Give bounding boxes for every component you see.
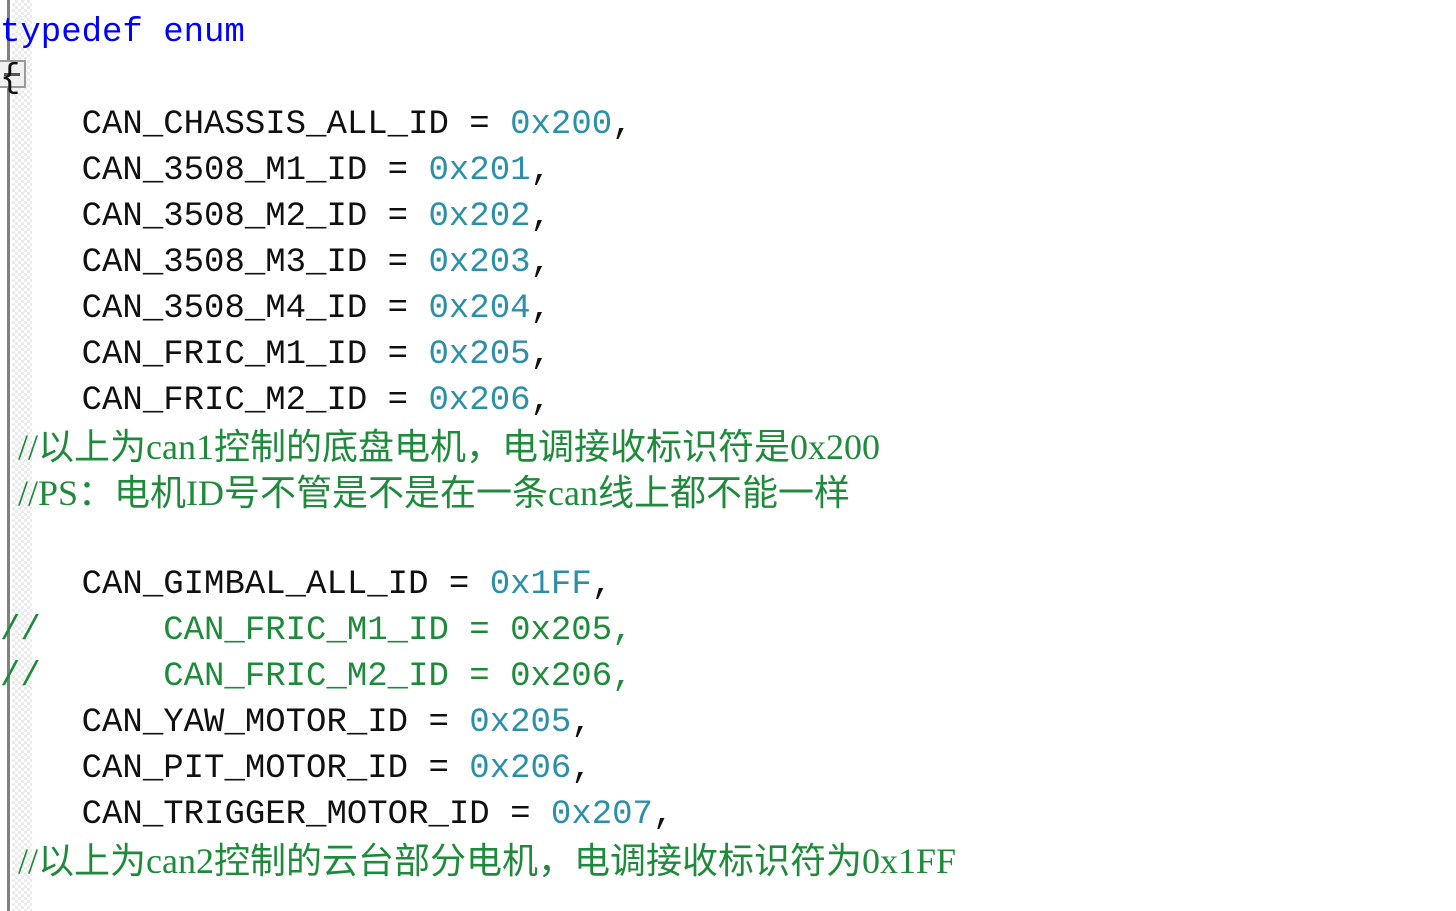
enum-name: CAN_YAW_MOTOR_ID xyxy=(81,704,409,742)
code-editor[interactable]: typedef enum { CAN_CHASSIS_ALL_ID = 0x20… xyxy=(0,0,1456,911)
enum-name: CAN_FRIC_M2_ID xyxy=(81,382,368,420)
code-line-commented-fric-m1: // CAN_FRIC_M1_ID = 0x205, xyxy=(0,612,633,650)
enum-name: CAN_3508_M3_ID xyxy=(81,244,368,282)
enum-name: CAN_CHASSIS_ALL_ID xyxy=(81,106,449,144)
comma: , xyxy=(591,566,613,604)
assign-operator: = xyxy=(367,198,429,236)
enum-value: 0x205 xyxy=(469,704,572,742)
enum-value: 0x202 xyxy=(428,198,531,236)
comma: , xyxy=(530,198,551,236)
enum-value: 0x200 xyxy=(510,106,613,144)
enum-name: CAN_FRIC_M1_ID xyxy=(81,336,368,374)
enum-value: 0x205 xyxy=(428,336,531,374)
enum-name: CAN_PIT_MOTOR_ID xyxy=(81,750,409,788)
code-line-can-3508-m3-id: CAN_3508_M3_ID = 0x203, xyxy=(0,240,1456,286)
comma: , xyxy=(530,244,551,282)
code-line-can-chassis-all-id: CAN_CHASSIS_ALL_ID = 0x200, xyxy=(0,102,1456,148)
assign-operator: = xyxy=(367,152,429,190)
enum-value: 0x204 xyxy=(428,290,531,328)
comma: , xyxy=(530,336,551,374)
code-line-can-fric-m2-id: CAN_FRIC_M2_ID = 0x206, xyxy=(0,378,1456,424)
assign-operator: = xyxy=(367,244,429,282)
enum-value: 0x203 xyxy=(428,244,531,282)
code-line-comment-can2-gimbal: //以上为can2控制的云台部分电机，电调接收标识符为0x1FF xyxy=(0,841,957,881)
comma: , xyxy=(530,382,551,420)
code-line-can-3508-m1-id: CAN_3508_M1_ID = 0x201, xyxy=(0,148,1456,194)
enum-value: 0x206 xyxy=(469,750,572,788)
comma: , xyxy=(652,796,674,834)
enum-value: 0x1FF xyxy=(489,566,592,604)
enum-value: 0x207 xyxy=(550,796,653,834)
assign-operator: = xyxy=(489,796,551,834)
keyword-typedef-enum: typedef enum xyxy=(0,14,245,52)
comma: , xyxy=(612,106,633,144)
code-line-commented-fric-m2: // CAN_FRIC_M2_ID = 0x206, xyxy=(0,658,633,696)
code-text-area[interactable]: typedef enum { CAN_CHASSIS_ALL_ID = 0x20… xyxy=(0,0,1456,911)
enum-name: CAN_3508_M4_ID xyxy=(81,290,368,328)
assign-operator: = xyxy=(448,106,511,144)
code-line-comment-can1-chassis: //以上为can1控制的底盘电机，电调接收标识符是0x200 xyxy=(0,427,880,467)
code-line-typedef: typedef enum xyxy=(0,10,1456,56)
assign-operator: = xyxy=(367,336,429,374)
code-line-can-pit-motor-id: CAN_PIT_MOTOR_ID = 0x206, xyxy=(0,746,1456,792)
enum-name: CAN_3508_M1_ID xyxy=(81,152,368,190)
code-line-open-brace: { xyxy=(0,56,1456,102)
code-line-can-3508-m4-id: CAN_3508_M4_ID = 0x204, xyxy=(0,286,1456,332)
code-line-comment-ps-motor-id: //PS：电机ID号不管是不是在一条can线上都不能一样 xyxy=(0,473,850,513)
enum-value: 0x206 xyxy=(428,382,531,420)
code-line-can-gimbal-all-id: CAN_GIMBAL_ALL_ID = 0x1FF, xyxy=(0,562,1456,608)
code-line-can-yaw-motor-id: CAN_YAW_MOTOR_ID = 0x205, xyxy=(0,700,1456,746)
comma: , xyxy=(530,290,551,328)
enum-name: CAN_TRIGGER_MOTOR_ID xyxy=(81,796,490,834)
open-brace: { xyxy=(0,60,21,98)
code-line-can-trigger-motor-id: CAN_TRIGGER_MOTOR_ID = 0x207, xyxy=(0,792,1456,838)
enum-name: CAN_3508_M2_ID xyxy=(81,198,368,236)
code-line-can-3508-m2-id: CAN_3508_M2_ID = 0x202, xyxy=(0,194,1456,240)
enum-name: CAN_GIMBAL_ALL_ID xyxy=(81,566,429,604)
assign-operator: = xyxy=(367,290,429,328)
code-line-can-fric-m1-id: CAN_FRIC_M1_ID = 0x205, xyxy=(0,332,1456,378)
comma: , xyxy=(530,152,551,190)
assign-operator: = xyxy=(428,566,490,604)
comma: , xyxy=(571,704,592,742)
enum-value: 0x201 xyxy=(428,152,531,190)
assign-operator: = xyxy=(408,750,470,788)
comma: , xyxy=(571,750,592,788)
assign-operator: = xyxy=(408,704,470,742)
assign-operator: = xyxy=(367,382,429,420)
